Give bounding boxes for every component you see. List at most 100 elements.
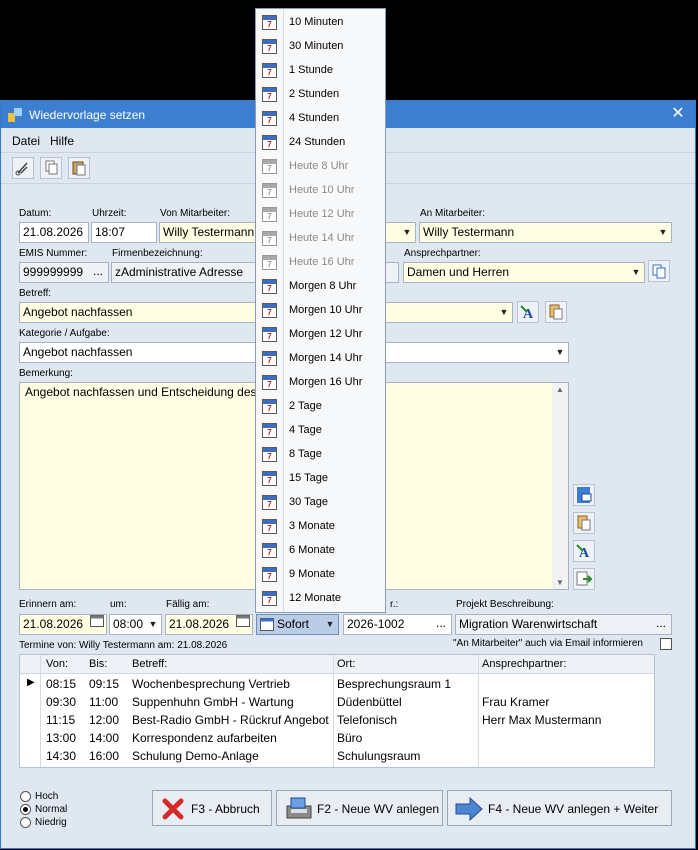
- emis-browse-button[interactable]: ...: [88, 263, 108, 282]
- close-icon[interactable]: ✕: [667, 104, 689, 124]
- email-notify-checkbox[interactable]: [660, 638, 672, 650]
- app-icon: [8, 108, 22, 122]
- dropdown-option[interactable]: 7 2 Stunden: [256, 83, 385, 107]
- priority-normal-radio[interactable]: [20, 804, 31, 815]
- dropdown-option[interactable]: 7 8 Tage: [256, 443, 385, 467]
- chevron-down-icon[interactable]: ▼: [552, 343, 568, 362]
- priority-high-radio[interactable]: [20, 791, 31, 802]
- dropdown-option[interactable]: 7 Morgen 14 Uhr: [256, 347, 385, 371]
- spellcheck-remark-icon[interactable]: A: [573, 540, 595, 562]
- remind-time-value: 08:00: [113, 617, 144, 631]
- table-row[interactable]: 13:00 14:00 Korrespondenz aufarbeiten Bü…: [20, 728, 654, 746]
- cell-bis: 16:00: [89, 749, 120, 763]
- table-row[interactable]: 11:15 12:00 Best-Radio GmbH - Rückruf An…: [20, 710, 654, 728]
- calendar-icon: 7: [262, 399, 277, 414]
- company-label: Firmenbezeichnung:: [112, 248, 203, 259]
- dropdown-option[interactable]: 7 Morgen 16 Uhr: [256, 371, 385, 395]
- table-row[interactable]: 08:15 09:15 Wochenbesprechung Vertrieb B…: [20, 674, 654, 692]
- dropdown-option: 7 Heute 16 Uhr: [256, 251, 385, 275]
- cell-von: 13:00: [46, 731, 77, 745]
- emis-field[interactable]: 999999999...: [19, 262, 109, 283]
- chevron-down-icon[interactable]: ▼: [496, 303, 512, 322]
- dropdown-option[interactable]: 7 10 Minuten: [256, 11, 385, 35]
- dropdown-option[interactable]: 7 Morgen 8 Uhr: [256, 275, 385, 299]
- remind-date-value: 21.08.2026: [23, 617, 84, 631]
- table-row[interactable]: 14:30 16:00 Schulung Demo-Anlage Schulun…: [20, 746, 654, 764]
- remark-label: Bemerkung:: [19, 368, 73, 379]
- dropdown-option[interactable]: 7 30 Tage: [256, 491, 385, 515]
- export-icon[interactable]: [573, 568, 595, 590]
- emis-label: EMIS Nummer:: [19, 248, 88, 259]
- cell-bis: 09:15: [89, 677, 120, 691]
- menu-hilfe[interactable]: Hilfe: [50, 134, 74, 148]
- spellcheck-icon[interactable]: A: [517, 301, 539, 323]
- project-desc-field[interactable]: Migration Warenwirtschaft...: [455, 614, 672, 635]
- paste-remark-icon[interactable]: [573, 512, 595, 534]
- dropdown-option[interactable]: 7 1 Stunde: [256, 59, 385, 83]
- dropdown-option[interactable]: 7 2 Tage: [256, 395, 385, 419]
- remind-date-field[interactable]: 21.08.2026: [19, 614, 107, 635]
- window-title: Wiedervorlage setzen: [29, 108, 146, 122]
- dropdown-option[interactable]: 7 24 Stunden: [256, 131, 385, 155]
- template-icon[interactable]: [573, 484, 595, 506]
- remark-scrollbar[interactable]: ▲ ▼: [552, 383, 568, 589]
- date-field[interactable]: 21.08.2026: [19, 222, 89, 243]
- time-field[interactable]: 18:07: [91, 222, 157, 243]
- calendar-icon[interactable]: [234, 615, 252, 634]
- dropdown-option[interactable]: 7 30 Minuten: [256, 35, 385, 59]
- dropdown-option[interactable]: 7 4 Tage: [256, 419, 385, 443]
- remind-time-select[interactable]: 08:00 ▼: [109, 614, 162, 635]
- to-employee-select[interactable]: Willy Testermann ▼: [419, 222, 672, 243]
- chevron-down-icon[interactable]: ▼: [322, 615, 338, 634]
- project-desc-browse-button[interactable]: ...: [651, 615, 671, 634]
- scroll-up-icon[interactable]: ▲: [556, 385, 564, 394]
- copy-contact-icon[interactable]: [648, 260, 670, 282]
- chevron-down-icon[interactable]: ▼: [655, 223, 671, 242]
- date-label: Datum:: [19, 208, 52, 219]
- chevron-down-icon[interactable]: ▼: [399, 223, 415, 242]
- chevron-down-icon[interactable]: ▼: [628, 263, 644, 282]
- calendar-icon: 7: [262, 495, 277, 510]
- dropdown-option[interactable]: 7 9 Monate: [256, 563, 385, 587]
- calendar-icon[interactable]: [88, 615, 106, 634]
- new-wv-label: F2 - Neue WV anlegen: [317, 802, 440, 816]
- project-browse-button[interactable]: ...: [431, 615, 451, 634]
- project-desc-label: Projekt Beschreibung:: [456, 599, 554, 610]
- table-row[interactable]: 09:30 11:00 Suppenhuhn GmbH - Wartung Dü…: [20, 692, 654, 710]
- dropdown-option[interactable]: 7 12 Monate: [256, 587, 385, 611]
- project-number-field[interactable]: 2026-1002...: [343, 614, 452, 635]
- paste-icon[interactable]: [68, 157, 90, 179]
- due-date-field[interactable]: 21.08.2026: [165, 614, 253, 635]
- calendar-icon: 7: [262, 471, 277, 486]
- calendar-icon: 7: [262, 39, 277, 54]
- priority-low-radio[interactable]: [20, 817, 31, 828]
- new-wv-button[interactable]: F2 - Neue WV anlegen: [276, 790, 443, 826]
- dropdown-option-label: 30 Tage: [289, 496, 328, 508]
- dropdown-option-label: 1 Stunde: [289, 64, 334, 76]
- paste-text-icon[interactable]: [545, 301, 567, 323]
- dropdown-option[interactable]: 7 Morgen 10 Uhr: [256, 299, 385, 323]
- calendar-icon: 7: [262, 543, 277, 558]
- chevron-down-icon[interactable]: ▼: [145, 615, 161, 634]
- cut-icon[interactable]: [12, 157, 34, 179]
- dropdown-option[interactable]: 7 6 Monate: [256, 539, 385, 563]
- menu-datei[interactable]: Datei: [12, 134, 40, 148]
- contact-select[interactable]: Damen und Herren ▼: [403, 262, 645, 283]
- copy-icon[interactable]: [40, 157, 62, 179]
- new-wv-next-button[interactable]: F4 - Neue WV anlegen + Weiter: [447, 790, 672, 826]
- priority-normal-label: Normal: [35, 804, 68, 815]
- dropdown-option[interactable]: 7 15 Tage: [256, 467, 385, 491]
- project-number-label: r.:: [390, 599, 399, 610]
- due-option-select[interactable]: Sofort ▼: [256, 614, 339, 635]
- col-ansprechpartner: Ansprechpartner:: [482, 658, 567, 670]
- remark-text: Angebot nachfassen und Entscheidung des: [25, 385, 257, 399]
- cell-bis: 12:00: [89, 713, 120, 727]
- scroll-down-icon[interactable]: ▼: [556, 578, 564, 587]
- dropdown-option: 7 Heute 14 Uhr: [256, 227, 385, 251]
- calendar-icon: 7: [262, 303, 277, 318]
- dropdown-option[interactable]: 7 4 Stunden: [256, 107, 385, 131]
- dropdown-option[interactable]: 7 Morgen 12 Uhr: [256, 323, 385, 347]
- dropdown-option[interactable]: 7 3 Monate: [256, 515, 385, 539]
- cancel-button[interactable]: F3 - Abbruch: [152, 790, 272, 826]
- dropdown-option-label: 8 Tage: [289, 448, 322, 460]
